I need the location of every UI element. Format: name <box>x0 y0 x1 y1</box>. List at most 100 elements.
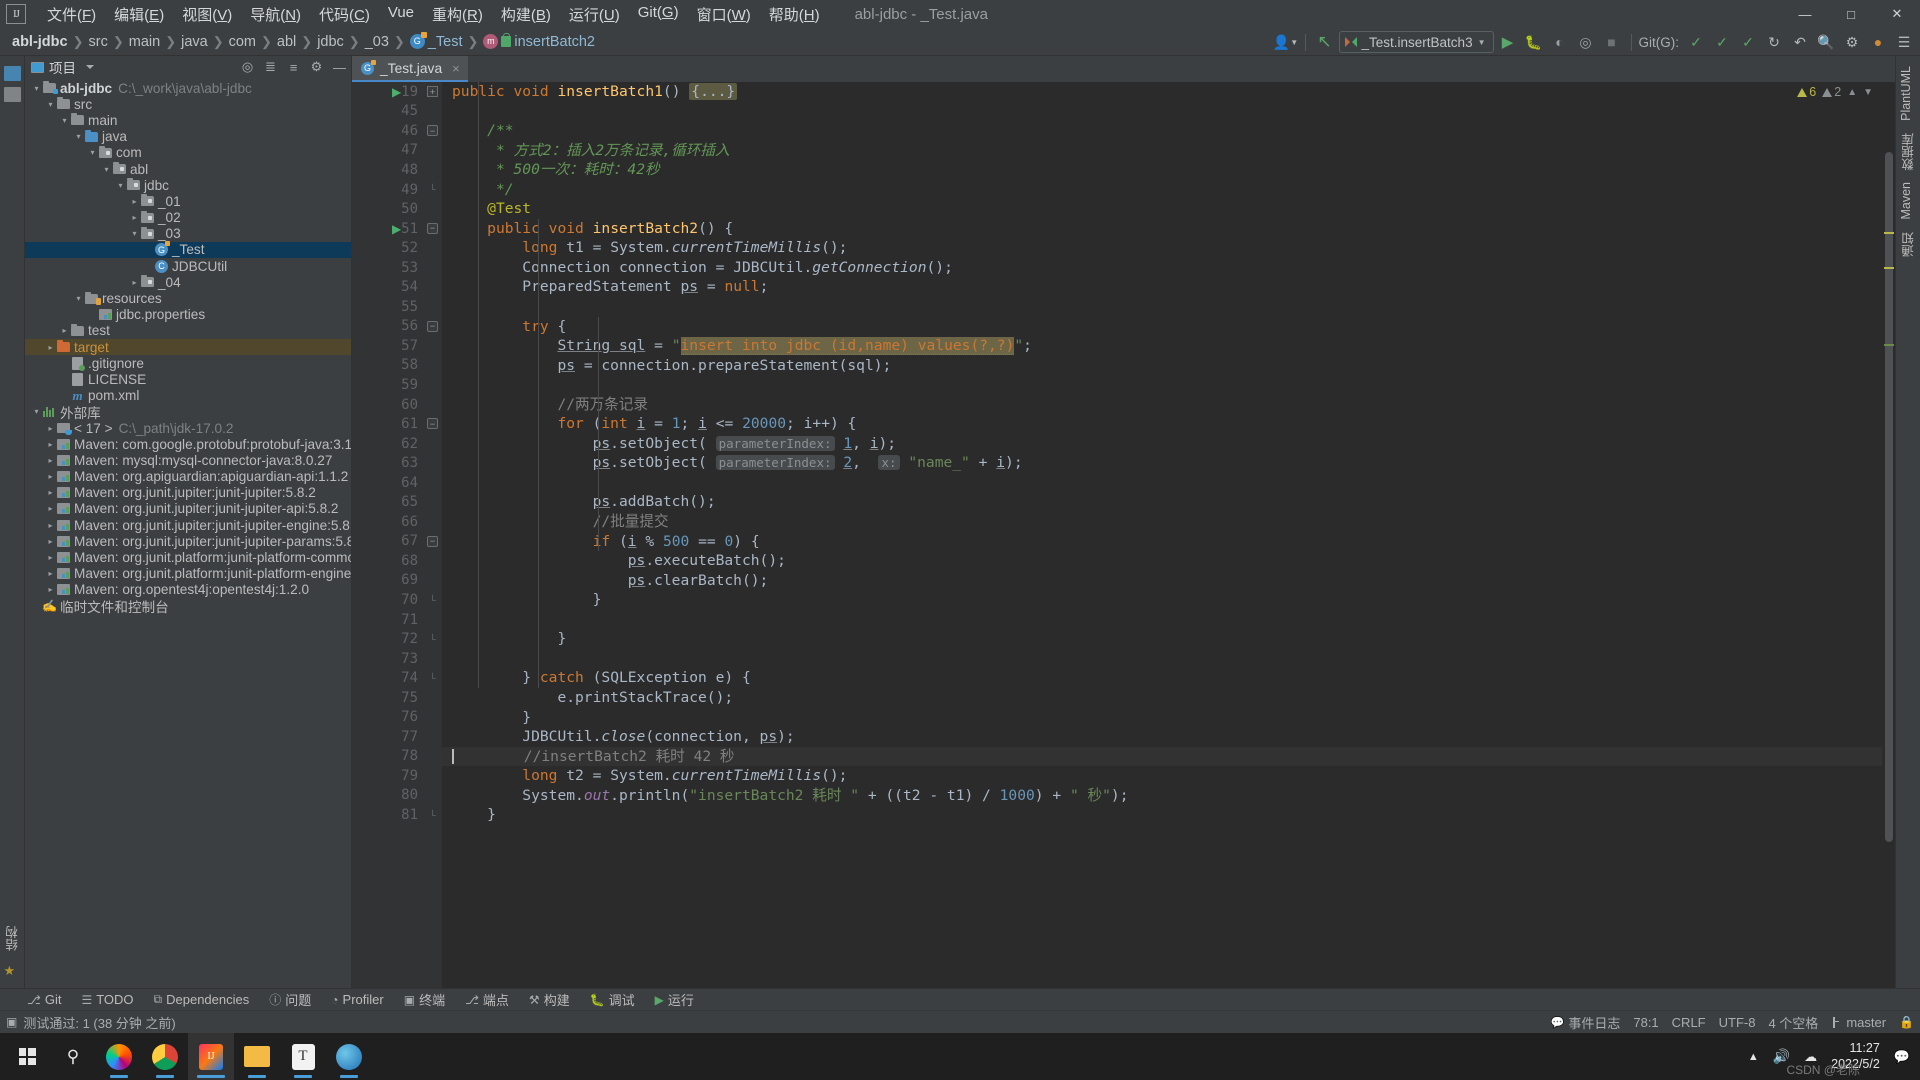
code-fold-toggle[interactable]: + <box>427 86 438 97</box>
tree-item-maven--org-junit-jupiter-junit-jupiter-engine-5-8-2[interactable]: Maven: org.junit.jupiter:junit-jupiter-e… <box>25 517 351 533</box>
undo-icon[interactable]: ↶ <box>1788 30 1812 54</box>
tree-toggle-icon[interactable] <box>31 407 42 416</box>
event-log-button[interactable]: 💬 事件日志 <box>1551 1013 1621 1032</box>
code-line[interactable]: long t2 = System.currentTimeMillis(); <box>442 766 1882 786</box>
tree-item-java[interactable]: java <box>25 129 351 145</box>
fold-gutter[interactable]: + − └ − − − − └ └ └ └ <box>424 82 442 988</box>
code-line[interactable]: //insertBatch2 耗时 42 秒 <box>442 746 1882 767</box>
code-fold-toggle[interactable]: └ <box>427 184 438 195</box>
breadcrumb-item-jdbc[interactable]: jdbc <box>313 32 348 52</box>
marker-scrollbar[interactable] <box>1882 82 1895 988</box>
menu-item-4[interactable]: 代码(C) <box>310 1 379 28</box>
code-line[interactable]: e.printStackTrace(); <box>442 688 1882 708</box>
expand-all-icon[interactable]: ≣ <box>263 59 278 75</box>
code-fold-toggle[interactable]: − <box>427 222 438 234</box>
menu-item-7[interactable]: 构建(B) <box>492 1 560 28</box>
tree-toggle-icon[interactable] <box>87 148 98 157</box>
profile-icon[interactable]: 👤 ▼ <box>1273 30 1298 54</box>
run-with-coverage-button[interactable]: ◐ <box>1548 30 1572 54</box>
close-icon[interactable]: × <box>452 61 460 76</box>
tool-window---[interactable]: ▶ 运行 <box>652 989 697 1010</box>
tree-toggle-icon[interactable] <box>45 569 56 578</box>
code-line[interactable]: String sql = "insert into jdbc (id,name)… <box>442 336 1882 356</box>
caret-position[interactable]: 78:1 <box>1633 1015 1658 1030</box>
account-icon[interactable]: ● <box>1866 30 1890 54</box>
code-line[interactable]: public void insertBatch2() { <box>442 219 1882 239</box>
stop-button[interactable]: ■ <box>1600 30 1624 54</box>
debug-button[interactable]: 🐛 <box>1522 30 1546 54</box>
bookmarks-icon[interactable]: ★ <box>4 963 21 978</box>
chevron-down-icon[interactable]: ▼ <box>1863 87 1873 98</box>
tree-toggle-icon[interactable] <box>31 84 42 93</box>
code-line[interactable] <box>442 102 1882 122</box>
tree-item-maven--mysql-mysql-connector-java-8-0-27[interactable]: Maven: mysql:mysql-connector-java:8.0.27 <box>25 452 351 468</box>
code-line[interactable]: } catch (SQLException e) { <box>442 668 1882 688</box>
tool-window---[interactable]: ▣ 终端 <box>401 989 448 1010</box>
collapse-all-icon[interactable]: ≡ <box>286 60 301 75</box>
code-line[interactable]: ps = connection.prepareStatement(sql); <box>442 356 1882 376</box>
tree-toggle-icon[interactable] <box>45 456 56 465</box>
menu-item-5[interactable]: Vue <box>379 1 423 28</box>
taskbar-typora[interactable]: T <box>280 1033 326 1080</box>
tree-toggle-icon[interactable] <box>45 472 56 481</box>
tool-window---[interactable]: ⓘ 问题 <box>266 989 314 1010</box>
tree-toggle-icon[interactable] <box>73 294 84 303</box>
code-fold-toggle[interactable]: └ <box>427 809 438 820</box>
code-line[interactable] <box>442 297 1882 317</box>
tree-toggle-icon[interactable] <box>115 181 126 190</box>
menu-item-2[interactable]: 视图(V) <box>173 1 241 28</box>
git-update-icon[interactable]: ✓ <box>1710 30 1734 54</box>
tree-item-maven--org-junit-jupiter-junit-jupiter-params-5-8-2[interactable]: Maven: org.junit.jupiter:junit-jupiter-p… <box>25 533 351 549</box>
tree-item-maven--org-junit-platform-junit-platform-commons-1-8-2[interactable]: Maven: org.junit.platform:junit-platform… <box>25 549 351 565</box>
tree-toggle-icon[interactable] <box>59 326 70 335</box>
code-fold-toggle[interactable]: − <box>427 320 438 332</box>
code-line[interactable]: for (int i = 1; i <= 20000; i++) { <box>442 414 1882 434</box>
right-tab-1[interactable]: 数据库 <box>1896 127 1920 177</box>
tree-item-src[interactable]: src <box>25 96 351 112</box>
file-encoding[interactable]: UTF-8 <box>1719 1015 1756 1030</box>
menu-item-1[interactable]: 编辑(E) <box>105 1 173 28</box>
tree-toggle-icon[interactable] <box>45 488 56 497</box>
code-line[interactable] <box>442 649 1882 669</box>
code-fold-toggle[interactable]: − <box>427 125 438 137</box>
code-line[interactable]: } <box>442 708 1882 728</box>
status-message-area[interactable]: ▣ 测试通过: 1 (38 分钟 之前) <box>6 1013 176 1032</box>
scrollbar-thumb[interactable] <box>1885 152 1893 842</box>
editor-tab-test-java[interactable]: _Test.java × <box>352 56 468 82</box>
code-line[interactable]: if (i % 500 == 0) { <box>442 532 1882 552</box>
line-separator[interactable]: CRLF <box>1672 1015 1706 1030</box>
tree-item-maven--org-junit-platform-junit-platform-engine-1-8-2[interactable]: Maven: org.junit.platform:junit-platform… <box>25 566 351 582</box>
code-line[interactable]: */ <box>442 180 1882 200</box>
project-panel-icon[interactable] <box>3 66 21 81</box>
taskbar-search-button[interactable]: ⚲ <box>50 1033 96 1080</box>
run-test-gutter-icon[interactable]: ▶ <box>392 85 401 99</box>
profiler-button[interactable]: ◎ <box>1574 30 1598 54</box>
code-line[interactable]: * 方式2：插入2万条记录,循环插入 <box>442 141 1882 161</box>
tree-item-abl[interactable]: abl <box>25 161 351 177</box>
start-button[interactable] <box>4 1033 50 1080</box>
code-line[interactable]: JDBCUtil.close(connection, ps); <box>442 727 1882 747</box>
maximize-button[interactable]: □ <box>1828 0 1874 28</box>
settings-icon[interactable]: ⚙ <box>309 59 324 75</box>
breadcrumb-item-java[interactable]: java <box>177 32 212 52</box>
code-fold-toggle[interactable]: └ <box>427 633 438 644</box>
menu-item-10[interactable]: 窗口(W) <box>688 1 760 28</box>
tree-item-main[interactable]: main <box>25 112 351 128</box>
hide-panel-icon[interactable]: — <box>332 60 347 75</box>
tool-window---[interactable]: 🐛 调试 <box>587 989 638 1010</box>
tree-toggle-icon[interactable] <box>45 504 56 513</box>
breadcrumb-item-com[interactable]: com <box>225 32 260 52</box>
breadcrumb-item--03[interactable]: _03 <box>361 32 393 52</box>
tree-item--04[interactable]: _04 <box>25 274 351 290</box>
tree-toggle-icon[interactable] <box>45 585 56 594</box>
update-project-icon[interactable]: ↖ <box>1313 30 1337 54</box>
menu-item-11[interactable]: 帮助(H) <box>760 1 829 28</box>
tree-toggle-icon[interactable] <box>45 537 56 546</box>
close-button[interactable]: ✕ <box>1874 0 1920 28</box>
tree-item----[interactable]: 外部库 <box>25 404 351 421</box>
tree-item-license[interactable]: LICENSE <box>25 371 351 387</box>
search-everywhere-icon[interactable]: 🔍 <box>1814 30 1838 54</box>
code-fold-toggle[interactable]: └ <box>427 673 438 684</box>
tree-item-target[interactable]: target <box>25 339 351 356</box>
tool-window-todo[interactable]: ☰ TODO <box>78 991 136 1008</box>
